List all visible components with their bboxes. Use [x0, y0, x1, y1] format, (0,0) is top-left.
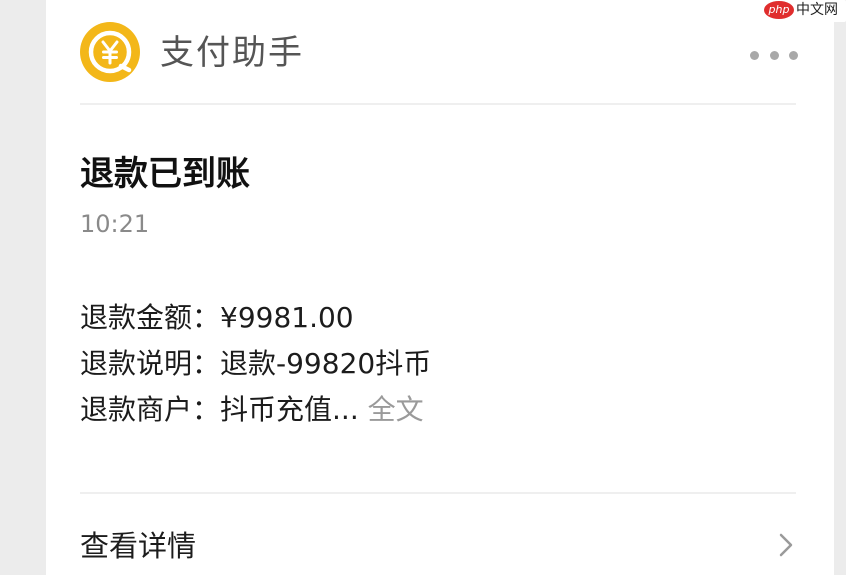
- message-title: 退款已到账: [80, 154, 250, 194]
- notification-card: 支付助手 退款已到账 10:21 退款金额：¥9981.00 退款说明：退款-9…: [46, 0, 834, 575]
- refund-amount-value: ¥9981.00: [220, 301, 354, 334]
- refund-merchant-label: 退款商户：: [80, 393, 221, 426]
- message-time: 10:21: [80, 210, 150, 238]
- view-details-button[interactable]: 查看详情: [46, 510, 834, 575]
- yen-coin-icon[interactable]: [80, 22, 140, 82]
- refund-info-list: 退款金额：¥9981.00 退款说明：退款-99820抖币 退款商户：抖币充值.…: [80, 295, 431, 433]
- dot: [750, 50, 759, 60]
- watermark-text: 中文网: [796, 2, 838, 18]
- refund-description-row: 退款说明：退款-99820抖币: [80, 341, 431, 387]
- refund-merchant-row: 退款商户：抖币充值... 全文: [80, 387, 431, 433]
- full-text-link[interactable]: 全文: [368, 393, 424, 426]
- card-header: 支付助手: [46, 0, 834, 104]
- refund-merchant-value: 抖币充值...: [220, 393, 359, 426]
- watermark-logo: php: [764, 1, 794, 19]
- dot: [789, 50, 798, 60]
- chevron-right-icon: [779, 533, 793, 557]
- refund-description-value: 退款-99820抖币: [220, 347, 432, 380]
- header-divider: [80, 103, 796, 105]
- footer-divider: [80, 492, 796, 494]
- refund-amount-label: 退款金额：: [80, 301, 221, 334]
- dot: [769, 50, 779, 60]
- refund-amount-row: 退款金额：¥9981.00: [80, 295, 431, 341]
- view-details-label: 查看详情: [80, 529, 197, 563]
- more-dots-icon[interactable]: [746, 40, 802, 70]
- watermark: php 中文网: [760, 0, 846, 22]
- refund-description-label: 退款说明：: [80, 347, 221, 380]
- app-name[interactable]: 支付助手: [160, 33, 304, 73]
